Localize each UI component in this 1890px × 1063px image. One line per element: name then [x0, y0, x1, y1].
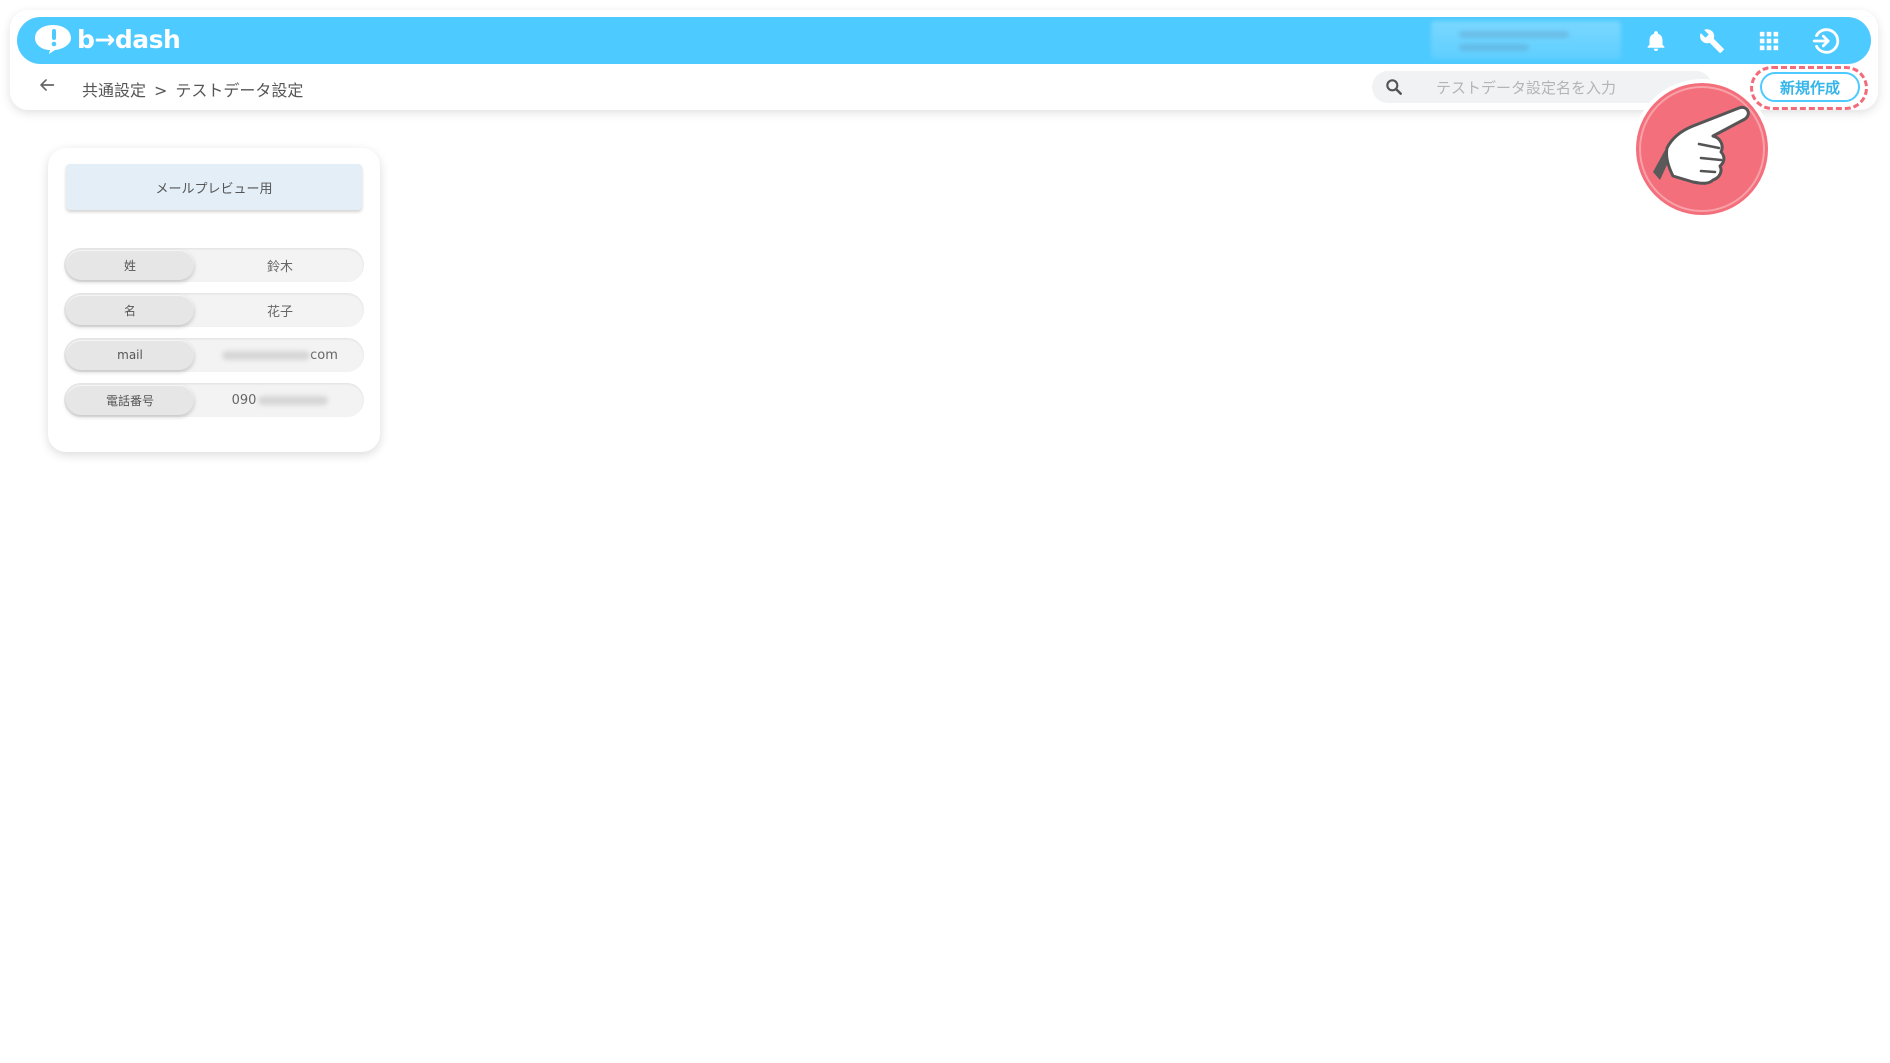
search-icon	[1384, 77, 1404, 97]
field-row-last-name: 姓 鈴木	[64, 248, 364, 282]
pointing-hand-icon	[1629, 76, 1775, 222]
redacted-email	[222, 350, 311, 360]
field-label: 名	[66, 295, 194, 325]
logo-text: b→dash	[77, 24, 181, 54]
back-arrow-icon[interactable]	[36, 74, 60, 98]
field-row-first-name: 名 花子	[64, 293, 364, 327]
field-label: mail	[66, 340, 194, 370]
test-data-card[interactable]: メールプレビュー用 姓 鈴木 名 花子 mail com 電話番号 090	[48, 148, 380, 452]
field-value: 鈴木	[266, 259, 293, 275]
field-label: 電話番号	[66, 385, 194, 415]
breadcrumb-parent[interactable]: 共通設定	[82, 81, 146, 100]
account-info-blurred[interactable]	[1431, 21, 1621, 59]
app-logo[interactable]: b→dash	[33, 23, 181, 55]
breadcrumb: 共通設定 > テストデータ設定	[82, 77, 303, 101]
field-label: 姓	[66, 250, 194, 280]
breadcrumb-separator: >	[154, 81, 168, 100]
new-create-button[interactable]: 新規作成	[1760, 72, 1860, 102]
field-row-mail: mail com	[64, 338, 364, 372]
bell-icon[interactable]	[1641, 26, 1671, 56]
logo-bubble-icon	[35, 25, 71, 54]
field-value: com	[198, 338, 362, 372]
apps-grid-icon[interactable]	[1754, 26, 1784, 56]
breadcrumb-current: テストデータ設定	[175, 81, 304, 100]
field-row-phone: 電話番号 090	[64, 383, 364, 417]
redacted-phone	[258, 395, 329, 405]
phone-prefix: 090	[231, 392, 257, 408]
top-navbar: b→dash	[17, 17, 1871, 64]
email-suffix: com	[310, 347, 338, 363]
wrench-icon[interactable]	[1697, 26, 1727, 56]
field-value: 090	[198, 383, 362, 417]
logout-icon[interactable]	[1811, 26, 1841, 56]
card-title[interactable]: メールプレビュー用	[66, 164, 362, 210]
sub-toolbar: 共通設定 > テストデータ設定	[10, 64, 1878, 110]
field-value: 花子	[266, 304, 293, 320]
